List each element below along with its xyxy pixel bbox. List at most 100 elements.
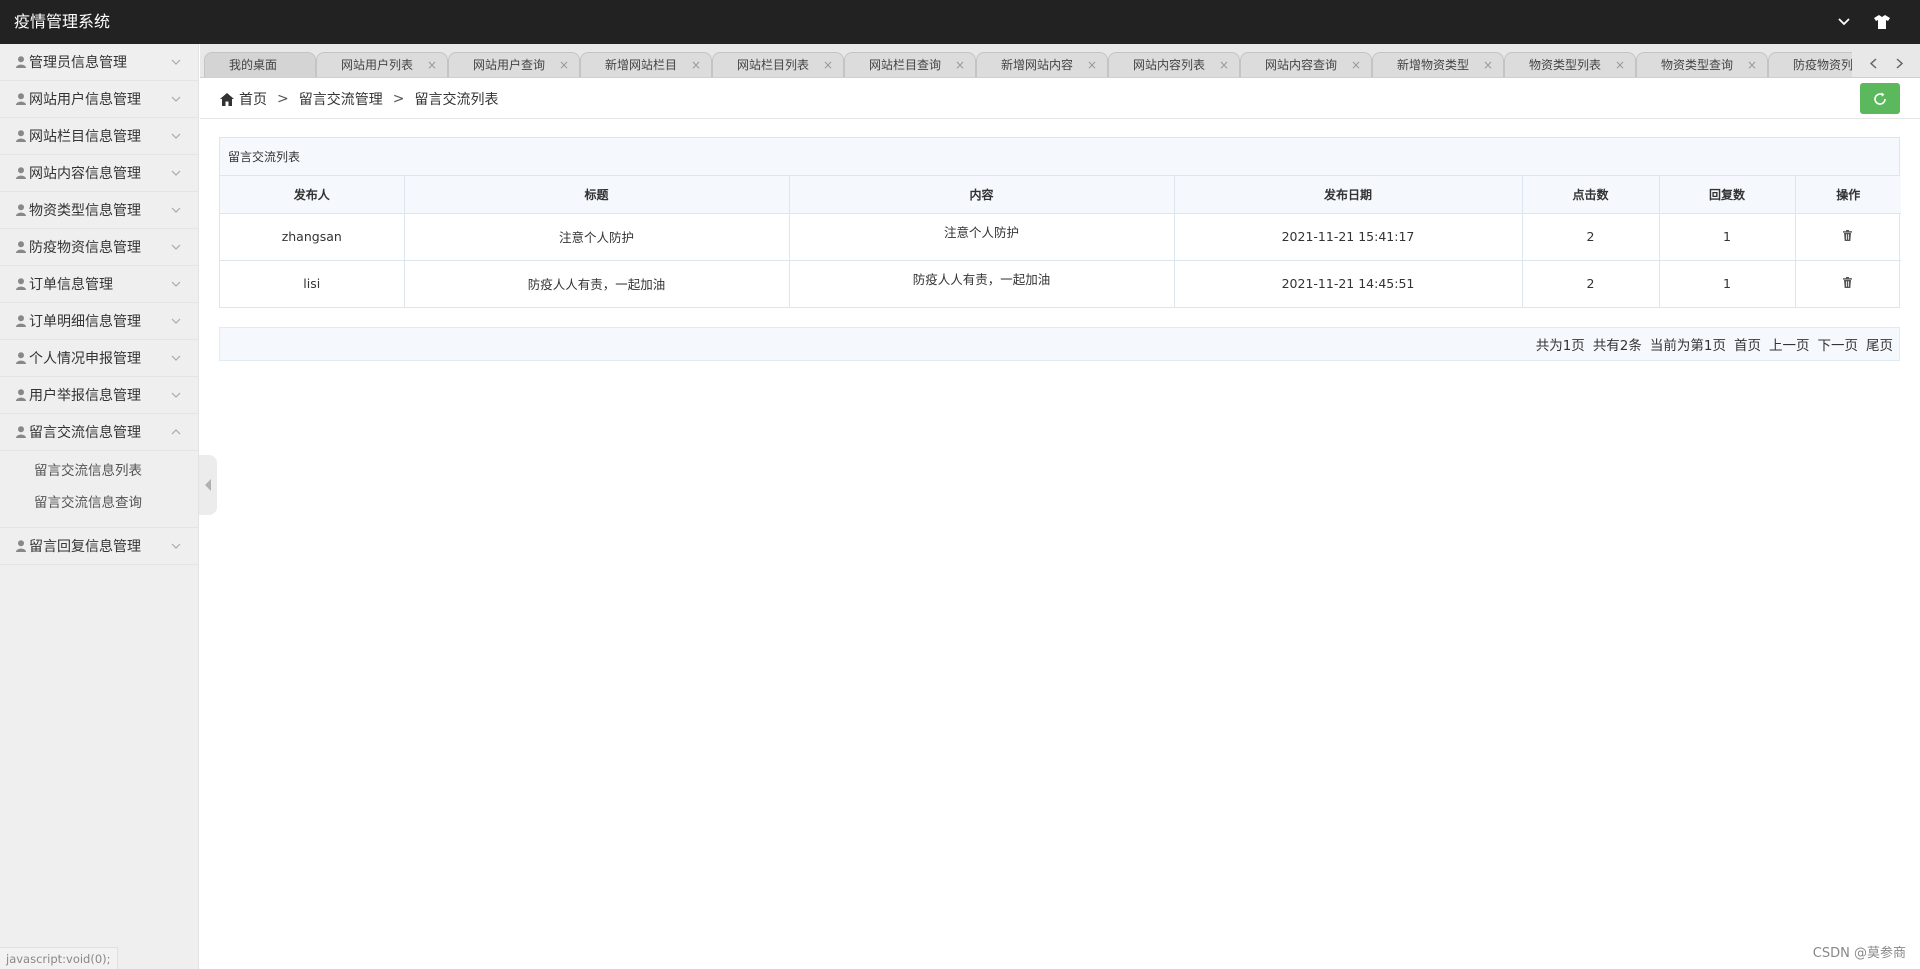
- cell-actions: [1795, 260, 1901, 307]
- sidebar-item-11[interactable]: 留言回复信息管理: [0, 528, 198, 565]
- tab-0[interactable]: 我的桌面: [204, 52, 316, 77]
- top-header: 疫情管理系统: [0, 0, 1920, 44]
- chevron-down-icon: [170, 279, 182, 289]
- close-icon[interactable]: ×: [955, 53, 965, 77]
- sidebar-item-9[interactable]: 用户举报信息管理: [0, 377, 198, 414]
- pager-current-page: 当前为第1页: [1649, 338, 1726, 354]
- sidebar-item-label: 管理员信息管理: [29, 55, 127, 71]
- pager-first-link[interactable]: 首页: [1734, 334, 1761, 354]
- pager-last-link[interactable]: 尾页: [1866, 334, 1893, 354]
- close-icon[interactable]: ×: [1483, 53, 1493, 77]
- column-header: 发布日期: [1174, 176, 1523, 214]
- tab-8[interactable]: 网站内容查询 ×: [1240, 52, 1372, 77]
- pager-prev-link[interactable]: 上一页: [1769, 334, 1810, 354]
- pager-next-link[interactable]: 下一页: [1818, 334, 1859, 354]
- tab-label: 新增物资类型: [1397, 58, 1470, 72]
- tab-label: 网站用户查询: [473, 58, 546, 72]
- user-icon: [16, 204, 28, 216]
- sidebar-item-2[interactable]: 网站栏目信息管理: [0, 118, 198, 155]
- breadcrumb-home[interactable]: 首页: [239, 89, 267, 109]
- tab-5[interactable]: 网站栏目查询 ×: [844, 52, 976, 77]
- refresh-button[interactable]: [1860, 83, 1900, 114]
- breadcrumb-level1[interactable]: 留言交流管理: [299, 89, 383, 109]
- sidebar-item-8[interactable]: 个人情况申报管理: [0, 340, 198, 377]
- tab-scroll-right-icon[interactable]: [1886, 52, 1912, 74]
- cell-content: 防疫人人有责，一起加油: [789, 260, 1175, 307]
- sidebar-item-label: 用户举报信息管理: [29, 388, 141, 404]
- tab-1[interactable]: 网站用户列表 ×: [316, 52, 448, 77]
- sidebar: 管理员信息管理网站用户信息管理 网站栏目信息管理网站内容信息管理 物资类型信息管理防…: [0, 44, 199, 969]
- user-icon: [16, 93, 28, 105]
- breadcrumb: 首页 > 留言交流管理 > 留言交流列表: [220, 89, 498, 109]
- sidebar-collapse-handle[interactable]: [199, 455, 217, 515]
- sidebar-item-label: 防疫物资信息管理: [29, 240, 141, 256]
- tab-label: 新增网站栏目: [605, 58, 678, 72]
- tab-label: 我的桌面: [229, 58, 278, 72]
- close-icon[interactable]: ×: [1351, 53, 1361, 77]
- tab-9[interactable]: 新增物资类型 ×: [1372, 52, 1504, 77]
- column-header: 操作: [1795, 176, 1901, 214]
- sidebar-subitem-0[interactable]: 留言交流信息列表: [0, 455, 198, 487]
- close-icon[interactable]: ×: [823, 53, 833, 77]
- status-url: javascript:void(0);: [0, 947, 118, 969]
- close-icon[interactable]: ×: [691, 53, 701, 77]
- tab-label: 物资类型列表: [1529, 58, 1602, 72]
- skin-shirt-icon[interactable]: [1872, 12, 1892, 32]
- column-header: 发布人: [220, 176, 405, 214]
- user-icon: [16, 167, 28, 179]
- sidebar-subitem-1[interactable]: 留言交流信息查询: [0, 487, 198, 519]
- close-icon[interactable]: ×: [427, 53, 437, 77]
- sidebar-item-label: 订单信息管理: [29, 277, 113, 293]
- sidebar-item-label: 物资类型信息管理: [29, 203, 141, 219]
- sidebar-item-10[interactable]: 留言交流信息管理: [0, 414, 198, 451]
- tab-strip: 我的桌面 网站用户列表 × 网站用户查询 × 新增网站栏目 × 网站栏目列表 × 网站栏目查询 × 新…: [204, 52, 1852, 77]
- sidebar-item-3[interactable]: 网站内容信息管理: [0, 155, 198, 192]
- sidebar-item-0[interactable]: 管理员信息管理: [0, 44, 198, 81]
- close-icon[interactable]: ×: [559, 53, 569, 77]
- close-icon[interactable]: ×: [1219, 53, 1229, 77]
- tab-scroll-left-icon[interactable]: [1860, 52, 1886, 74]
- cell-actions: [1795, 213, 1901, 261]
- tab-label: 网站用户列表: [341, 58, 414, 72]
- tab-11[interactable]: 物资类型查询 ×: [1636, 52, 1768, 77]
- sidebar-item-7[interactable]: 订单明细信息管理: [0, 303, 198, 340]
- chevron-down-icon: [170, 205, 182, 215]
- chevron-up-icon: [170, 427, 182, 437]
- tab-3[interactable]: 新增网站栏目 ×: [580, 52, 712, 77]
- list-panel: 留言交流列表 发布人 标题 内容 发布日期 点击数 回复数 操作 zhangsan 注意个人防…: [219, 137, 1901, 308]
- sidebar-item-1[interactable]: 网站用户信息管理: [0, 81, 198, 118]
- sidebar-item-label: 订单明细信息管理: [29, 314, 141, 330]
- user-icon: [16, 278, 28, 290]
- column-header: 回复数: [1659, 176, 1796, 214]
- tab-6[interactable]: 新增网站内容 ×: [976, 52, 1108, 77]
- pagination: 共为1页 共有2条 当前为第1页 首页 上一页 下一页 尾页: [219, 327, 1900, 361]
- cell-title: 防疫人人有责，一起加油: [404, 260, 790, 307]
- table-row: lisi 防疫人人有责，一起加油 防疫人人有责，一起加油 2021-11-21 14:…: [220, 260, 1901, 307]
- trash-icon[interactable]: [1843, 230, 1853, 241]
- tab-7[interactable]: 网站内容列表 ×: [1108, 52, 1240, 77]
- tab-2[interactable]: 网站用户查询 ×: [448, 52, 580, 77]
- chevron-left-icon: [204, 479, 211, 491]
- tab-10[interactable]: 物资类型列表 ×: [1504, 52, 1636, 77]
- breadcrumb-level2: 留言交流列表: [414, 92, 499, 108]
- trash-icon[interactable]: [1843, 277, 1853, 289]
- sidebar-item-5[interactable]: 防疫物资信息管理: [0, 229, 198, 266]
- sidebar-item-label: 网站内容信息管理: [29, 166, 141, 182]
- cell-date: 2021-11-21 14:45:51: [1174, 260, 1523, 307]
- close-icon[interactable]: ×: [1615, 53, 1625, 77]
- close-icon[interactable]: ×: [1747, 53, 1757, 77]
- app-title: 疫情管理系统: [14, 12, 111, 31]
- close-icon[interactable]: ×: [1087, 53, 1097, 77]
- tab-label: 网站栏目列表: [737, 58, 810, 72]
- sidebar-item-6[interactable]: 订单信息管理: [0, 266, 198, 303]
- column-header: 标题: [404, 176, 790, 214]
- cell-replies: 1: [1659, 213, 1796, 261]
- tab-4[interactable]: 网站栏目列表 ×: [712, 52, 844, 77]
- sidebar-item-4[interactable]: 物资类型信息管理: [0, 192, 198, 229]
- chevron-down-icon[interactable]: [1834, 12, 1854, 32]
- cell-author: lisi: [220, 260, 405, 307]
- refresh-icon: [1874, 92, 1886, 105]
- tab-12[interactable]: 防疫物资列×: [1768, 52, 1852, 77]
- cell-content-text: 防疫人人有责，一起加油: [912, 272, 1051, 288]
- tab-label: 防疫物资列: [1793, 58, 1852, 72]
